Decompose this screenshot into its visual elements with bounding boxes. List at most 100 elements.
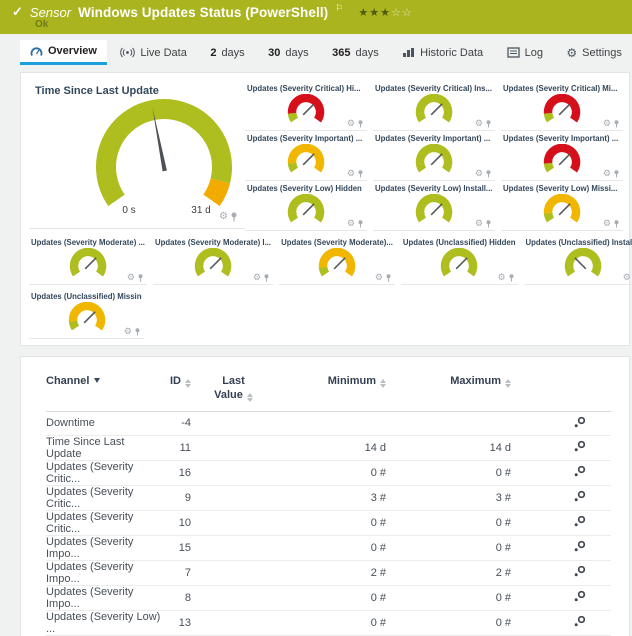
gear-icon[interactable]: ⚙ — [475, 119, 483, 128]
pin-icon[interactable] — [486, 220, 491, 228]
pin-icon[interactable] — [486, 170, 491, 178]
gauge-title: Updates (Severity Low) Missi... — [503, 184, 621, 193]
column-header-channel[interactable]: Channel — [46, 371, 161, 411]
gauge-title: Updates (Severity Low) Hidden — [247, 184, 365, 193]
channel-maximum: 0 # — [386, 535, 511, 560]
column-header-minimum[interactable]: Minimum — [276, 371, 386, 411]
tab-unit: days — [355, 47, 378, 59]
gear-icon[interactable]: ⚙ — [347, 219, 355, 228]
gauge-cell[interactable]: Updates (Severity Critical) Ins... ⚙ — [373, 81, 495, 131]
gauge-cell[interactable]: Updates (Severity Moderate) ... ⚙ — [29, 235, 147, 285]
pin-icon[interactable] — [509, 274, 514, 282]
column-label: ID — [170, 375, 181, 387]
gauge-cell[interactable]: Updates (Severity Important) ... ⚙ — [373, 131, 495, 181]
channel-maximum: 2 # — [386, 560, 511, 585]
gauge-cell[interactable]: Updates (Severity Important) ... ⚙ — [245, 131, 367, 181]
pin-icon[interactable] — [358, 120, 363, 128]
gauge-cell[interactable]: Updates (Severity Moderate)... ⚙ — [279, 235, 395, 285]
column-header-maximum[interactable]: Maximum — [386, 371, 511, 411]
gear-icon[interactable]: ⚙ — [253, 273, 261, 282]
channel-maximum: 0 # — [386, 460, 511, 485]
sensor-overview-page: ✓ Sensor Windows Updates Status (PowerSh… — [0, 0, 632, 636]
gauge-title: Updates (Severity Important) ... — [247, 134, 365, 143]
wrench-icon[interactable] — [574, 440, 586, 452]
wrench-icon[interactable] — [574, 590, 586, 602]
gear-icon[interactable]: ⚙ — [475, 219, 483, 228]
gear-icon[interactable]: ⚙ — [219, 212, 228, 222]
tab-2-days[interactable]: 2 days — [200, 40, 254, 65]
gear-icon[interactable]: ⚙ — [603, 119, 611, 128]
gear-icon[interactable]: ⚙ — [497, 273, 505, 282]
gauge-title: Updates (Severity Moderate) I... — [155, 238, 271, 247]
pin-icon[interactable] — [264, 274, 269, 282]
pin-icon[interactable] — [386, 274, 391, 282]
pin-icon[interactable] — [614, 220, 619, 228]
gear-icon[interactable]: ⚙ — [375, 273, 383, 282]
tab-settings[interactable]: ⚙ Settings — [556, 40, 632, 65]
pin-icon[interactable] — [358, 220, 363, 228]
gauge-cell[interactable]: Updates (Severity Moderate) I... ⚙ — [153, 235, 273, 285]
column-header-last-value[interactable]: LastValue — [191, 371, 276, 411]
gauge-cell[interactable]: Updates (Severity Critical) Mi... ⚙ — [501, 81, 623, 131]
tab-label: Overview — [48, 45, 97, 57]
gauge-cell[interactable]: Updates (Unclassified) Missing ⚙ — [29, 289, 144, 339]
pin-icon[interactable] — [138, 274, 143, 282]
channel-minimum: 14 d — [276, 435, 386, 460]
sort-icon — [380, 379, 386, 388]
pin-icon[interactable] — [358, 170, 363, 178]
gauge-title: Updates (Unclassified) Missing — [31, 292, 142, 301]
priority-stars[interactable]: ★★★☆☆ — [358, 6, 412, 19]
wrench-icon[interactable] — [574, 540, 586, 552]
gauge-dial — [412, 94, 456, 126]
channel-id: 9 — [161, 485, 191, 510]
gear-icon[interactable]: ⚙ — [603, 219, 611, 228]
pin-icon[interactable] — [614, 120, 619, 128]
wrench-icon[interactable] — [574, 615, 586, 627]
gauge-dial — [561, 248, 605, 280]
gauge-dial — [412, 194, 456, 226]
gauge-cell[interactable]: Updates (Severity Low) Missi... ⚙ — [501, 181, 623, 231]
pin-icon[interactable] — [486, 120, 491, 128]
tab-overview[interactable]: Overview — [20, 40, 107, 65]
wrench-icon[interactable] — [574, 490, 586, 502]
gear-icon[interactable]: ⚙ — [623, 273, 631, 282]
gear-icon[interactable]: ⚙ — [127, 273, 135, 282]
star-empty-icon[interactable]: ☆☆ — [391, 7, 413, 19]
gauge-cell[interactable]: Updates (Severity Important) ... ⚙ — [501, 131, 623, 181]
channel-name: Updates (Severity Impo... — [46, 560, 161, 585]
gauge-dial — [540, 194, 584, 226]
gear-icon[interactable]: ⚙ — [347, 119, 355, 128]
tab-historic-data[interactable]: Historic Data — [392, 40, 493, 65]
wrench-icon[interactable] — [574, 565, 586, 577]
gauge-cell[interactable]: Updates (Severity Low) Hidden ⚙ — [245, 181, 367, 231]
gear-icon[interactable]: ⚙ — [475, 169, 483, 178]
channel-name: Updates (Severity Low) ... — [46, 610, 161, 635]
wrench-icon[interactable] — [574, 416, 586, 428]
gauge-cell[interactable]: Updates (Unclassified) Hidden ⚙ — [401, 235, 518, 285]
tab-365-days[interactable]: 365 days — [322, 40, 389, 65]
wrench-icon[interactable] — [574, 515, 586, 527]
sensor-header: ✓ Sensor Windows Updates Status (PowerSh… — [0, 0, 632, 34]
gauge-dial — [284, 144, 328, 176]
pin-icon[interactable] — [614, 170, 619, 178]
main-gauge-cell[interactable]: Time Since Last Update 0 s 31 d ⚙ — [29, 81, 245, 229]
tab-live-data[interactable]: Live Data — [110, 40, 196, 65]
tab-log[interactable]: Log — [497, 40, 553, 65]
wrench-icon[interactable] — [574, 465, 586, 477]
gear-icon[interactable]: ⚙ — [347, 169, 355, 178]
gauge-cell[interactable]: Updates (Unclassified) Install... ⚙ — [524, 235, 632, 285]
table-row: Updates (Severity Impo... 15 0 # 0 # — [46, 535, 611, 560]
column-label: Channel — [46, 375, 89, 387]
channel-minimum — [276, 411, 386, 435]
gauge-cell[interactable]: Updates (Severity Critical) Hi... ⚙ — [245, 81, 367, 131]
gear-icon[interactable]: ⚙ — [124, 327, 132, 336]
pin-icon[interactable] — [135, 328, 140, 336]
gauge-dial — [284, 194, 328, 226]
gear-icon[interactable]: ⚙ — [603, 169, 611, 178]
gauge-cell[interactable]: Updates (Severity Low) Install... ⚙ — [373, 181, 495, 231]
tab-30-days[interactable]: 30 days — [258, 40, 319, 65]
pin-icon[interactable] — [231, 212, 237, 222]
column-header-id[interactable]: ID — [161, 371, 191, 411]
channel-name: Updates (Severity Critic... — [46, 485, 161, 510]
star-filled-icon[interactable]: ★★★ — [358, 7, 391, 19]
